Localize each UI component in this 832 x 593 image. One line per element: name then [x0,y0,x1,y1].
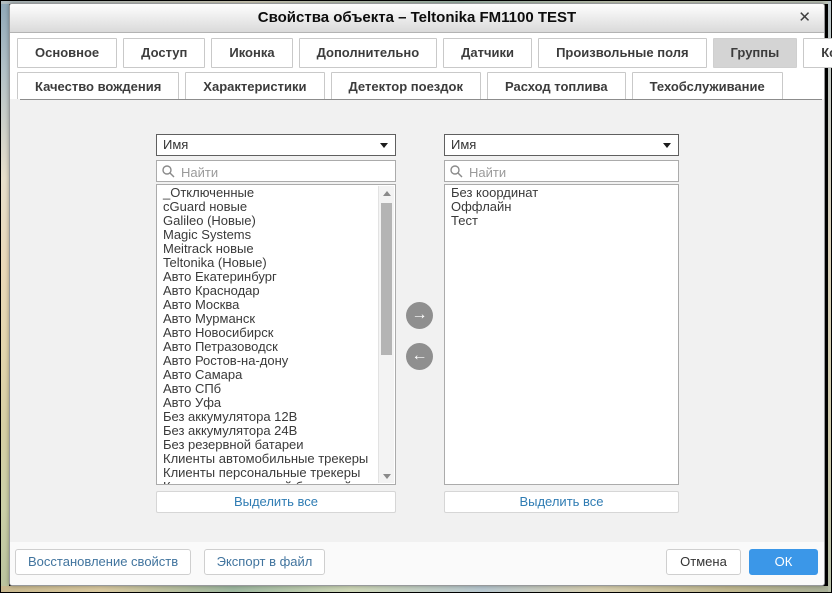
list-item[interactable]: Клиенты автомобильные трекеры [157,452,379,466]
dialog-titlebar: Свойства объекта – Teltonika FM1100 TEST… [10,4,824,33]
list-item[interactable]: Teltonika (Новые) [157,256,379,270]
content-divider [20,99,822,100]
ok-button[interactable]: ОК [749,549,818,575]
arrow-right-icon: → [412,306,428,323]
move-left-button[interactable]: ← [406,343,433,370]
list-item[interactable]: cGuard новые [157,200,379,214]
list-item[interactable]: Авто Самара [157,368,379,382]
list-item[interactable]: Magic Systems [157,228,379,242]
scrollbar-thumb[interactable] [381,203,392,355]
map-background-bottom [1,586,831,592]
list-item[interactable]: Оффлайн [445,200,678,214]
scrollbar[interactable] [378,186,394,483]
tab-tekhobsluzhivanie[interactable]: Техобслуживание [632,72,783,102]
sort-select-left-value: Имя [163,137,188,152]
select-all-right-button[interactable]: Выделить все [444,491,679,513]
search-icon [161,164,176,179]
list-item[interactable]: Тест [445,214,678,228]
map-background-left [1,1,9,592]
list-item[interactable]: Авто Новосибирск [157,326,379,340]
search-input-left[interactable] [179,161,393,183]
chevron-down-icon [380,143,388,148]
assigned-groups-list-items: Без координатОффлайнТест [445,186,678,484]
assigned-groups-list[interactable]: Без координатОффлайнТест [444,184,679,485]
chevron-down-icon [663,143,671,148]
scroll-down-icon[interactable] [379,469,394,483]
footer-left-buttons: Восстановление свойств Экспорт в файл [15,549,333,575]
arrow-left-icon: ← [412,347,428,364]
available-groups-list-items: _ОтключенныеcGuard новыеGalileo (Новые)M… [157,186,379,484]
list-item[interactable]: Клиенты персональные трекеры [157,466,379,480]
sort-select-right[interactable]: Имя [444,134,679,156]
screen: Свойства объекта – Teltonika FM1100 TEST… [0,0,832,593]
list-item[interactable]: Авто Уфа [157,396,379,410]
search-box-left [156,160,396,182]
sort-select-right-value: Имя [451,137,476,152]
tab-komandy[interactable]: Команды [803,38,832,68]
tab-kharakteristiki[interactable]: Характеристики [185,72,324,102]
assigned-groups-panel: Имя Без координатОффлайнТест Выделить вс… [444,99,679,542]
close-icon[interactable]: ✕ [798,4,811,32]
groups-tab-content: Имя _ОтключенныеcGuard новыеGalileo (Нов… [10,99,824,542]
tab-kachestvo-vozhdeniya[interactable]: Качество вождения [17,72,179,102]
tab-raskhod-topliva[interactable]: Расход топлива [487,72,626,102]
search-box-right [444,160,679,182]
list-item[interactable]: Авто Краснодар [157,284,379,298]
list-item[interactable]: Клиенты с резервной батареей [157,480,379,484]
move-right-button[interactable]: → [406,302,433,329]
list-item[interactable]: Авто Петразоводск [157,340,379,354]
tab-dopolnitelno[interactable]: Дополнительно [299,38,438,68]
available-groups-list[interactable]: _ОтключенныеcGuard новыеGalileo (Новые)M… [156,184,396,485]
restore-properties-button[interactable]: Восстановление свойств [15,549,191,575]
list-item[interactable]: Авто СПб [157,382,379,396]
scroll-up-icon[interactable] [379,186,394,200]
tab-osnovnoe[interactable]: Основное [17,38,117,68]
list-item[interactable]: Без аккумулятора 12В [157,410,379,424]
list-item[interactable]: Авто Ростов-на-дону [157,354,379,368]
cancel-button[interactable]: Отмена [666,549,741,575]
tab-dostup[interactable]: Доступ [123,38,205,68]
available-groups-panel: Имя _ОтключенныеcGuard новыеGalileo (Нов… [156,99,396,542]
list-item[interactable]: Без аккумулятора 24В [157,424,379,438]
list-item[interactable]: Meitrack новые [157,242,379,256]
dialog-footer: Восстановление свойств Экспорт в файл От… [10,542,824,585]
export-to-file-button[interactable]: Экспорт в файл [204,549,326,575]
list-item[interactable]: Авто Екатеринбург [157,270,379,284]
select-all-left-button[interactable]: Выделить все [156,491,396,513]
dialog-title: Свойства объекта – Teltonika FM1100 TEST [10,4,824,32]
map-background-right [828,1,831,592]
tab-ikonka[interactable]: Иконка [211,38,292,68]
search-input-right[interactable] [467,161,676,183]
tab-detektor-poezdok[interactable]: Детектор поездок [331,72,481,102]
list-item[interactable]: Без резервной батареи [157,438,379,452]
search-icon [449,164,464,179]
list-item[interactable]: Galileo (Новые) [157,214,379,228]
list-item[interactable]: Авто Москва [157,298,379,312]
sort-select-left[interactable]: Имя [156,134,396,156]
object-properties-dialog: Свойства объекта – Teltonika FM1100 TEST… [9,3,825,586]
tab-datchiki[interactable]: Датчики [443,38,532,68]
tab-gruppy[interactable]: Группы [713,38,798,68]
tab-row-1: ОсновноеДоступИконкаДополнительноДатчики… [14,36,820,70]
list-item[interactable]: Без координат [445,186,678,200]
list-item[interactable]: Авто Мурманск [157,312,379,326]
list-item[interactable]: _Отключенные [157,186,379,200]
tab-proizvolnye-polya[interactable]: Произвольные поля [538,38,706,68]
tab-bar: ОсновноеДоступИконкаДополнительноДатчики… [14,36,820,104]
transfer-buttons: → ← [406,302,433,384]
